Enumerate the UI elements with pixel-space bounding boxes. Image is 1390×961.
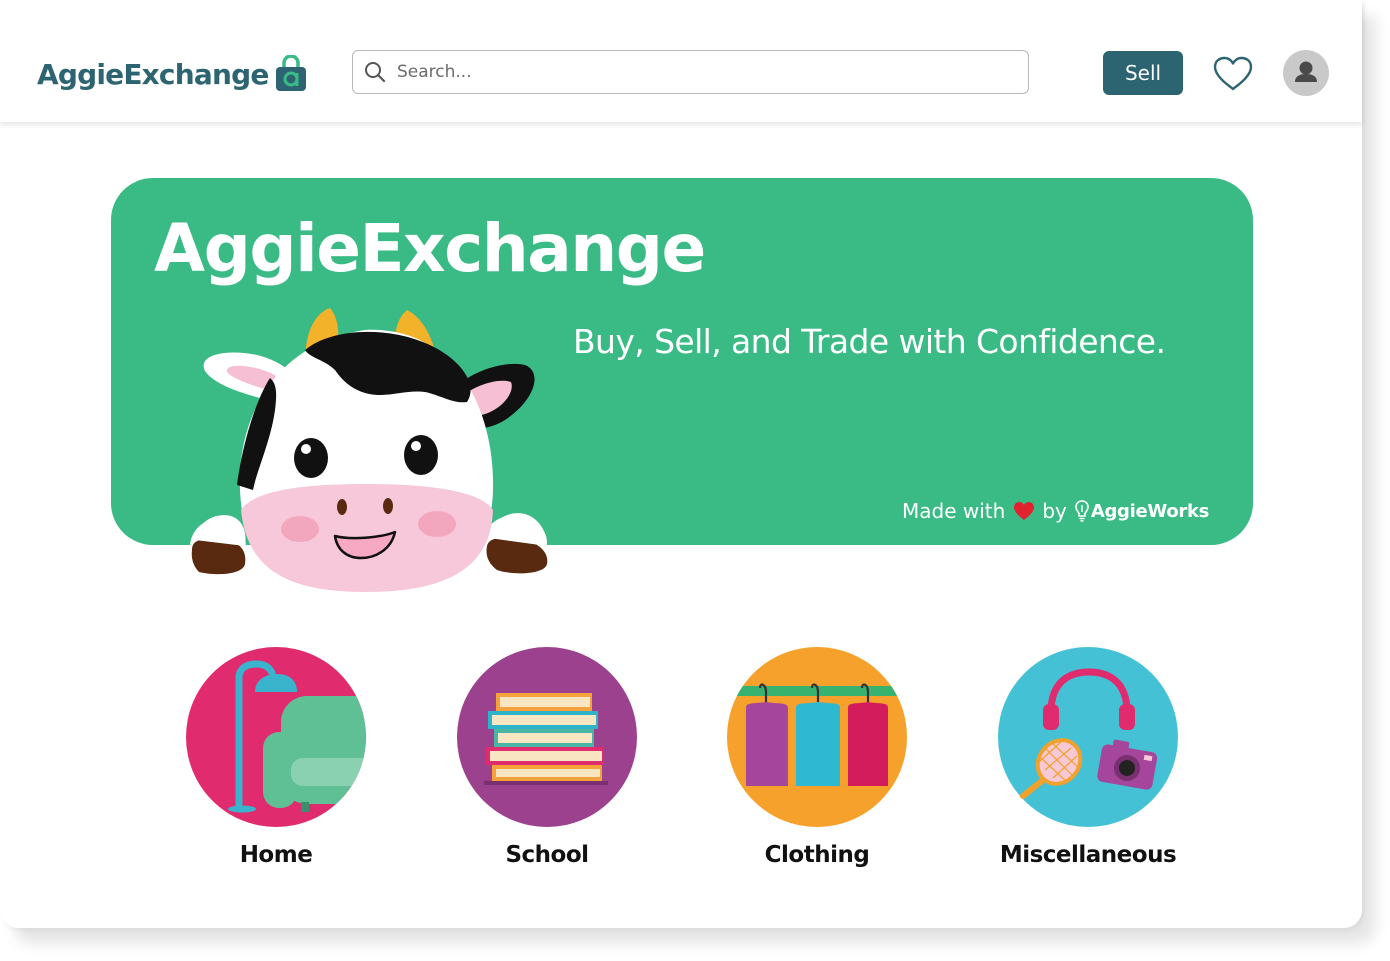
app-window: AggieExchange Sell A bbox=[0, 0, 1362, 928]
category-home[interactable]: Home bbox=[181, 646, 371, 868]
brand-logo[interactable]: AggieExchange bbox=[37, 54, 307, 94]
category-label: School bbox=[505, 842, 589, 868]
lamp-armchair-icon bbox=[186, 647, 366, 827]
search-bar[interactable] bbox=[352, 50, 1029, 94]
credit-prefix: Made with bbox=[902, 499, 1006, 523]
credit-by: by bbox=[1042, 499, 1067, 523]
category-label: Clothing bbox=[764, 842, 870, 868]
category-clothing[interactable]: Clothing bbox=[722, 646, 912, 868]
brand-name: AggieExchange bbox=[37, 57, 269, 91]
category-school[interactable]: School bbox=[452, 646, 642, 868]
user-avatar-icon bbox=[1295, 61, 1317, 82]
hero-tagline: Buy, Sell, and Trade with Confidence. bbox=[573, 322, 1166, 361]
books-stack-icon bbox=[457, 647, 637, 827]
shopping-bag-icon bbox=[275, 55, 306, 91]
sell-button[interactable]: Sell bbox=[1103, 51, 1183, 95]
category-label: Home bbox=[239, 842, 313, 868]
top-navigation-bar: AggieExchange Sell bbox=[0, 0, 1362, 122]
lightbulb-icon bbox=[1075, 500, 1089, 522]
credit-brand: AggieWorks bbox=[1090, 500, 1210, 522]
cow-mascot-illustration bbox=[190, 308, 548, 592]
made-with-credit: Made with by AggieWorks bbox=[902, 496, 1209, 526]
category-miscellaneous[interactable]: Miscellaneous bbox=[993, 646, 1183, 868]
clothes-rack-icon bbox=[727, 647, 907, 827]
hero-title: AggieExchange bbox=[154, 210, 706, 287]
red-heart-icon bbox=[1014, 502, 1035, 520]
headphones-racket-camera-icon bbox=[998, 647, 1178, 827]
heart-icon[interactable] bbox=[1211, 55, 1255, 93]
search-input[interactable] bbox=[395, 61, 999, 83]
user-avatar-button[interactable] bbox=[1283, 50, 1329, 96]
category-label: Miscellaneous bbox=[999, 842, 1177, 868]
search-icon bbox=[365, 62, 386, 83]
